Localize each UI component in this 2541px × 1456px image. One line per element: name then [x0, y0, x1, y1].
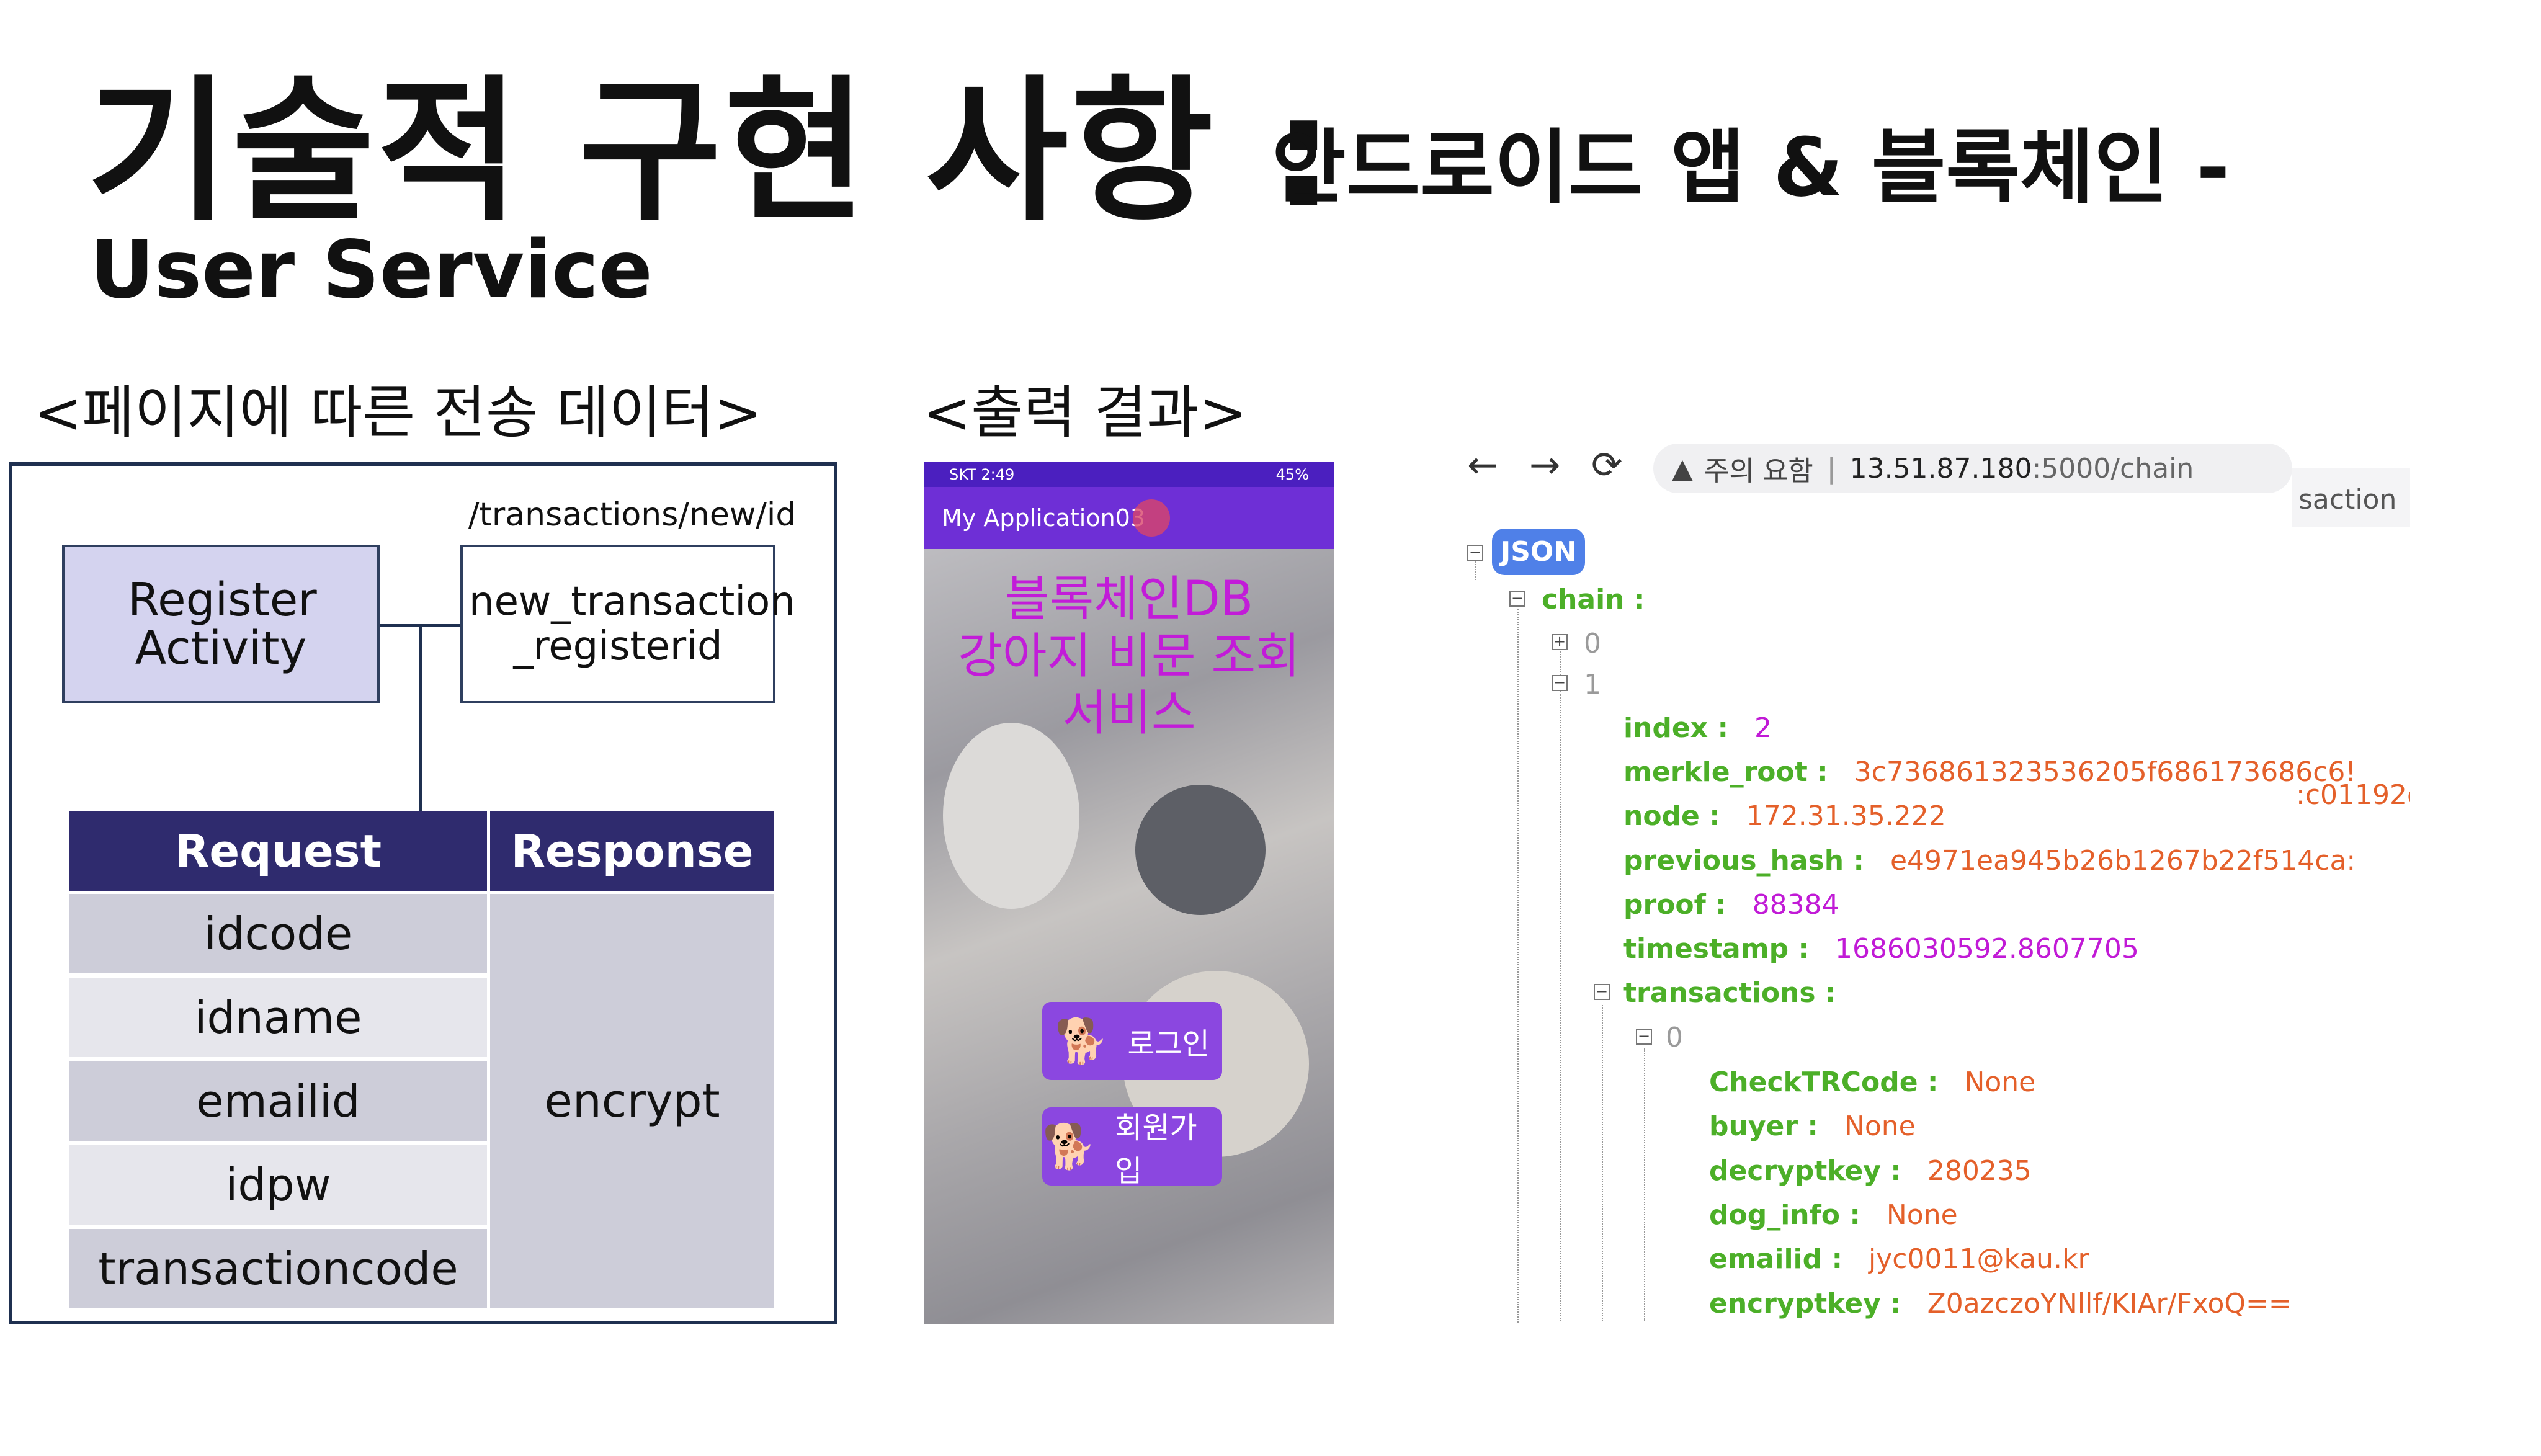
reload-icon[interactable]: ⟳ — [1591, 447, 1622, 484]
browser-toolbar: ← → ⟳ ▲ 주의 요함 | 13.51.87.180 :5000/chain — [1430, 434, 2410, 502]
json-entry-index: index : 2 — [1623, 712, 1772, 744]
login-button-label: 로그인 — [1127, 1027, 1210, 1061]
json-entry-emailid: emailid : jyc0011@kau.kr — [1709, 1243, 2089, 1275]
json-key-chain: chain : — [1542, 584, 1645, 615]
slide-subtitle: 안드로이드 앱 & 블록체인 - — [1272, 120, 2230, 215]
headline-line: 블록체인DB — [1004, 571, 1254, 627]
table-row: emailid — [69, 1061, 487, 1141]
register-activity-label: Register Activity — [128, 573, 317, 675]
json-key-transactions: transactions : — [1623, 977, 1836, 1009]
json-entry-encryptkey: encryptkey : Z0azczoYNllf/KIAr/FxoQ== — [1709, 1288, 2292, 1320]
json-entry-buyer: buyer : None — [1709, 1110, 1916, 1142]
json-entry-checktrcode: CheckTRCode : None — [1709, 1066, 2036, 1098]
json-entry-timestamp: timestamp : 1686030592.8607705 — [1623, 933, 2139, 965]
tree-guide — [1475, 561, 1476, 580]
url-host: 13.51.87.180 — [1849, 452, 2032, 485]
json-entry-merkle-root: merkle_root : 3c736861323536205f68617368… — [1623, 756, 2357, 788]
table-row: idcode — [69, 894, 487, 973]
collapse-toggle[interactable]: − — [1594, 984, 1610, 1000]
slide-title: 기술적 구현 사항 : — [87, 61, 1337, 242]
collapse-toggle[interactable]: − — [1636, 1029, 1652, 1045]
table-row: idpw — [69, 1145, 487, 1225]
json-entry-proof: proof : 88384 — [1623, 889, 1839, 921]
phone-status-bar: SKT 2:49 45% — [924, 462, 1334, 487]
collapse-toggle[interactable]: − — [1467, 545, 1483, 561]
app-title: My Application03 — [942, 504, 1146, 532]
back-arrow-icon[interactable]: ← — [1467, 447, 1498, 484]
battery-level: 45% — [1275, 466, 1309, 483]
json-entry-decryptkey: decryptkey : 280235 — [1709, 1155, 2032, 1187]
json-entry-node: node : 172.31.35.222 — [1623, 800, 1946, 832]
url-bar[interactable]: ▲ 주의 요함 | 13.51.87.180 :5000/chain — [1653, 444, 2292, 493]
dog-icon: 🐕 — [1042, 1121, 1097, 1172]
touch-indicator — [1133, 499, 1171, 537]
url-separator: | — [1826, 452, 1836, 485]
tree-guide — [1602, 1005, 1603, 1321]
side-tab: saction — [2292, 468, 2410, 530]
json-entry-previous-hash: previous_hash : e4971ea945b26b1267b22f51… — [1623, 845, 2356, 877]
register-activity-box: Register Activity — [62, 545, 380, 703]
app-bar: My Application03 — [924, 487, 1334, 549]
json-entry-dog-info: dog_info : None — [1709, 1199, 1958, 1231]
carrier-time: SKT 2:49 — [949, 466, 1015, 483]
tree-guide — [1644, 1048, 1645, 1321]
dog-icon: 🐕 — [1055, 1016, 1109, 1066]
slide-title-line2: User Service — [90, 224, 653, 316]
warning-icon: ▲ — [1672, 452, 1693, 485]
photo-dark-blob — [1135, 785, 1266, 915]
connector-vertical — [419, 624, 422, 811]
signup-button[interactable]: 🐕 회원가입 — [1042, 1107, 1222, 1189]
json-index-0: 0 — [1584, 628, 1601, 659]
table-header-response: Response — [490, 811, 774, 891]
collapse-toggle[interactable]: − — [1509, 591, 1525, 607]
headline-line: 서비스 — [1062, 686, 1196, 741]
json-index-0: 0 — [1666, 1022, 1683, 1053]
login-button[interactable]: 🐕 로그인 — [1042, 1002, 1222, 1080]
app-headline: 블록체인DB 강아지 비문 조회 서비스 — [924, 571, 1334, 742]
tree-guide — [1560, 695, 1561, 1321]
phone-screenshot: SKT 2:49 45% My Application03 블록체인DB 강아지… — [924, 462, 1334, 1324]
table-header-request: Request — [69, 811, 487, 891]
headline-line: 강아지 비문 조회 — [958, 628, 1300, 684]
url-path: :5000/chain — [2032, 452, 2194, 485]
json-index-1: 1 — [1584, 669, 1601, 700]
response-cell: encrypt — [490, 894, 774, 1308]
new-transaction-label: new_transaction _registerid — [469, 579, 795, 669]
table-row: transactioncode — [69, 1229, 487, 1308]
table-row: idname — [69, 978, 487, 1057]
new-transaction-box: new_transaction _registerid — [460, 545, 795, 703]
middle-section-caption: <출력 결과> — [923, 380, 1247, 446]
forward-arrow-icon[interactable]: → — [1529, 447, 1560, 484]
left-section-caption: <페이지에 따른 전송 데이터> — [34, 380, 762, 446]
signup-button-label: 회원가입 — [1115, 1110, 1197, 1189]
tree-guide — [1517, 609, 1519, 1323]
browser-screenshot: ← → ⟳ ▲ 주의 요함 | 13.51.87.180 :5000/chain… — [1430, 434, 2410, 1324]
json-badge: JSON — [1492, 529, 1585, 575]
endpoint-label: /transactions/new/id — [468, 496, 797, 534]
photo-light-blob — [943, 723, 1079, 909]
url-warning-text: 주의 요함 — [1704, 455, 1813, 487]
expand-toggle[interactable]: + — [1552, 634, 1568, 650]
json-overflow-text: :c01192e — [2292, 782, 2410, 809]
collapse-toggle[interactable]: − — [1552, 675, 1568, 691]
